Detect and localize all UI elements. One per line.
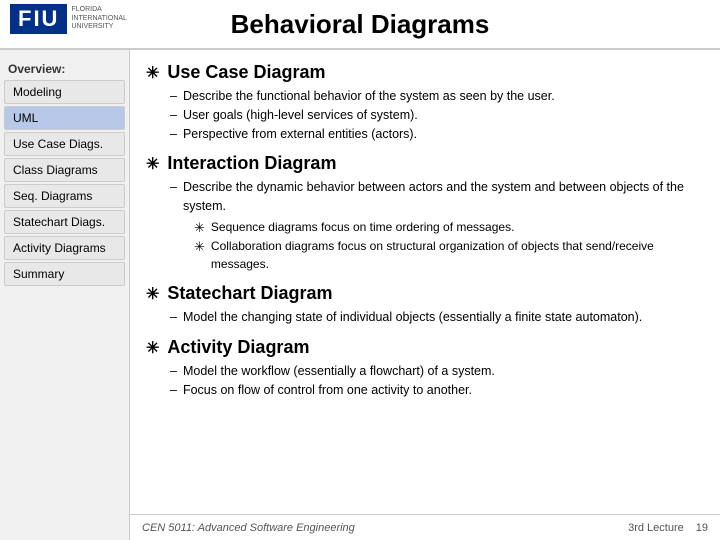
item-text: Perspective from external entities (acto… <box>183 125 417 144</box>
section-interaction: ✳ Interaction Diagram –Describe the dynami… <box>146 153 704 273</box>
sidebar-item-class-diagrams[interactable]: Class Diagrams <box>4 158 125 182</box>
bullet-icon: ✳ <box>146 63 159 83</box>
sidebar-item-uml[interactable]: UML <box>4 106 125 130</box>
sidebar-item-use-case-diags[interactable]: Use Case Diags. <box>4 132 125 156</box>
item-text: Describe the dynamic behavior between ac… <box>183 178 704 216</box>
list-item: –Focus on flow of control from one activ… <box>170 381 704 400</box>
sidebar-item-summary[interactable]: Summary <box>4 262 125 286</box>
section-use-case: ✳ Use Case Diagram –Describe the functiona… <box>146 62 704 143</box>
sidebar: Overview: ModelingUMLUse Case Diags.Clas… <box>0 50 130 540</box>
section-body-interaction: –Describe the dynamic behavior between a… <box>170 178 704 273</box>
logo-text: FIU <box>10 4 67 34</box>
bullet-icon: ✳ <box>146 284 159 304</box>
sidebar-item-statechart-diags[interactable]: Statechart Diags. <box>4 210 125 234</box>
footer-right: 3rd Lecture 19 <box>628 522 708 534</box>
header: FIU FLORIDA INTERNATIONAL UNIVERSITY Beh… <box>0 0 720 50</box>
dash-icon: – <box>170 362 177 381</box>
list-item: –Model the changing state of individual … <box>170 308 704 327</box>
sidebar-overview-label: Overview: <box>0 58 129 78</box>
sidebar-item-modeling[interactable]: Modeling <box>4 80 125 104</box>
section-header-use-case: ✳ Use Case Diagram <box>146 62 704 83</box>
dash-icon: – <box>170 125 177 144</box>
list-item: –Model the workflow (essentially a flowc… <box>170 362 704 381</box>
bullet-icon: ✳ <box>146 154 159 174</box>
item-text: Model the workflow (essentially a flowch… <box>183 362 495 381</box>
dash-icon: – <box>170 106 177 125</box>
section-body-activity: –Model the workflow (essentially a flowc… <box>170 362 704 400</box>
sidebar-nav: ModelingUMLUse Case Diags.Class Diagrams… <box>0 80 129 286</box>
list-item: –Perspective from external entities (act… <box>170 125 704 144</box>
section-activity: ✳ Activity Diagram –Model the workflow (es… <box>146 337 704 400</box>
sections: ✳Use Case Diagram–Describe the functiona… <box>146 62 704 400</box>
section-title-interaction: Interaction Diagram <box>167 153 336 174</box>
footer: CEN 5011: Advanced Software Engineering … <box>130 514 720 540</box>
item-text: Focus on flow of control from one activi… <box>183 381 472 400</box>
sub-section-interaction: ✳ Sequence diagrams focus on time orderin… <box>194 218 704 274</box>
logo-area: FIU FLORIDA INTERNATIONAL UNIVERSITY <box>10 4 131 34</box>
list-item: –User goals (high-level services of syst… <box>170 106 704 125</box>
item-text: Model the changing state of individual o… <box>183 308 642 327</box>
list-item: –Describe the dynamic behavior between a… <box>170 178 704 216</box>
section-header-statechart: ✳ Statechart Diagram <box>146 283 704 304</box>
footer-page: 19 <box>696 522 708 534</box>
section-body-statechart: –Model the changing state of individual … <box>170 308 704 327</box>
list-item: –Describe the functional behavior of the… <box>170 87 704 106</box>
logo-sub: FLORIDA INTERNATIONAL UNIVERSITY <box>71 6 131 31</box>
item-text: User goals (high-level services of syste… <box>183 106 418 125</box>
page-title: Behavioral Diagrams <box>231 9 490 40</box>
dash-icon: – <box>170 178 177 197</box>
section-header-activity: ✳ Activity Diagram <box>146 337 704 358</box>
section-title-activity: Activity Diagram <box>167 337 309 358</box>
section-title-statechart: Statechart Diagram <box>167 283 332 304</box>
content-area: ✳Use Case Diagram–Describe the functiona… <box>130 50 720 540</box>
sub-list-item: ✳ Sequence diagrams focus on time orderin… <box>194 218 704 238</box>
dash-icon: – <box>170 308 177 327</box>
sub-bullet-icon: ✳ <box>194 218 205 238</box>
section-title-use-case: Use Case Diagram <box>167 62 325 83</box>
main-layout: Overview: ModelingUMLUse Case Diags.Clas… <box>0 50 720 540</box>
bullet-icon: ✳ <box>146 338 159 358</box>
footer-course: CEN 5011: Advanced Software Engineering <box>142 522 355 534</box>
item-text: Describe the functional behavior of the … <box>183 87 555 106</box>
sub-item-text: Collaboration diagrams focus on structur… <box>211 237 704 273</box>
section-body-use-case: –Describe the functional behavior of the… <box>170 87 704 143</box>
section-statechart: ✳ Statechart Diagram –Model the changing s… <box>146 283 704 327</box>
dash-icon: – <box>170 381 177 400</box>
sub-item-text: Sequence diagrams focus on time ordering… <box>211 218 515 236</box>
sub-list-item: ✳ Collaboration diagrams focus on structu… <box>194 237 704 273</box>
sidebar-item-activity-diagrams[interactable]: Activity Diagrams <box>4 236 125 260</box>
footer-lecture: 3rd Lecture <box>628 522 684 534</box>
sub-bullet-icon: ✳ <box>194 237 205 257</box>
sidebar-item-seq-diagrams[interactable]: Seq. Diagrams <box>4 184 125 208</box>
dash-icon: – <box>170 87 177 106</box>
section-header-interaction: ✳ Interaction Diagram <box>146 153 704 174</box>
